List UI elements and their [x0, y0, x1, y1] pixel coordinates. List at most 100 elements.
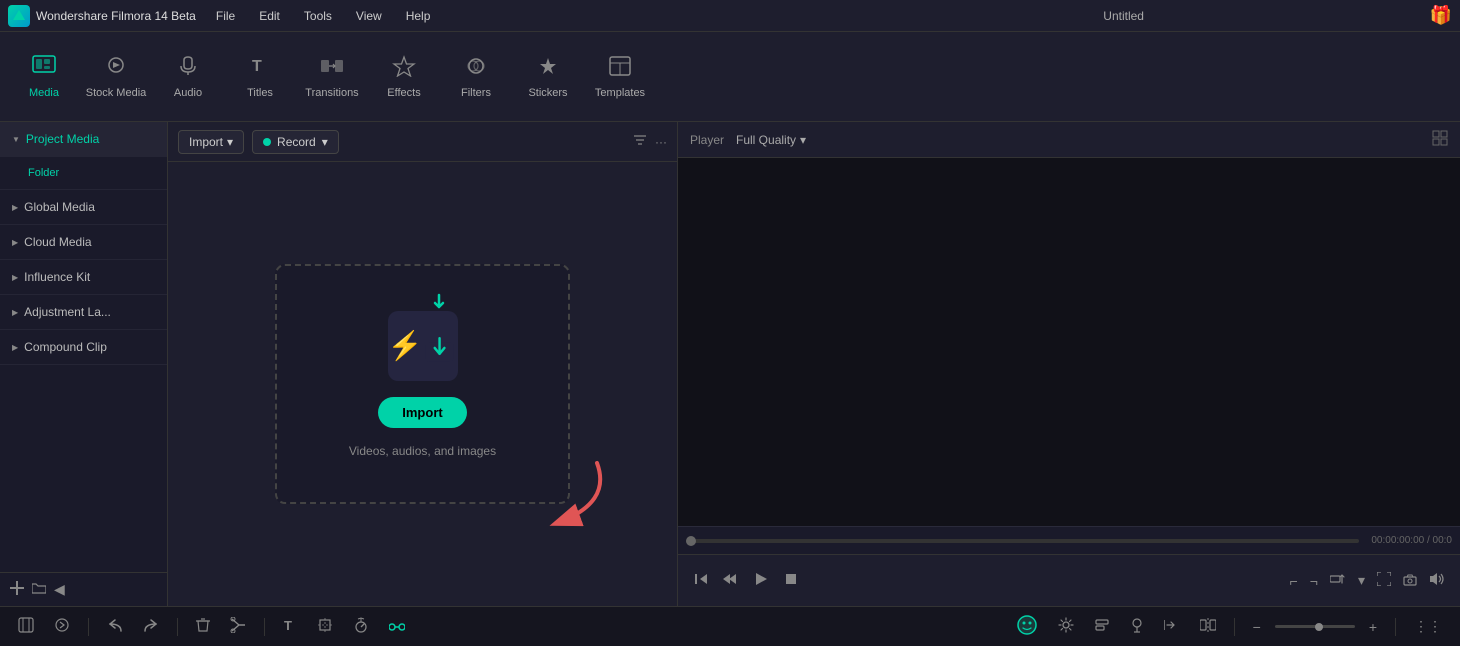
timeline-more-button[interactable]: ⋮⋮ — [1408, 614, 1448, 639]
app-logo-icon — [8, 5, 30, 27]
timeline-divider-1 — [88, 618, 89, 636]
toolbar-stickers-label: Stickers — [528, 87, 567, 99]
play-button[interactable] — [750, 568, 772, 593]
menu-file[interactable]: File — [206, 5, 245, 27]
folder-icon[interactable] — [32, 582, 46, 598]
player-quality-selector[interactable]: Full Quality ▾ — [736, 133, 806, 147]
record-label: Record — [277, 135, 316, 149]
sidebar-item-cloud-media[interactable]: ▶ Cloud Media — [0, 225, 167, 260]
toolbar-titles[interactable]: T Titles — [226, 41, 294, 113]
volume-button[interactable] — [1426, 569, 1448, 592]
sidebar-item-adjustment-layer[interactable]: ▶ Adjustment La... — [0, 295, 167, 330]
stickers-icon — [536, 55, 560, 83]
media-content: Import Videos, audios, and images — [168, 162, 677, 606]
audio-icon — [176, 55, 200, 83]
collapse-icon[interactable]: ◀ — [54, 581, 65, 598]
sidebar-global-media-label: Global Media — [24, 200, 95, 214]
menu-edit[interactable]: Edit — [249, 5, 290, 27]
stop-button[interactable] — [780, 568, 802, 593]
record-timeline-button[interactable] — [1124, 613, 1150, 640]
timeline-face-icon[interactable] — [1010, 610, 1044, 643]
toolbar-templates[interactable]: Templates — [586, 41, 654, 113]
more-options-icon[interactable]: ··· — [655, 135, 667, 149]
toolbar: Media Stock Media Audio T Titles — [0, 32, 1460, 122]
sidebar-item-folder[interactable]: Folder — [0, 157, 167, 190]
effects-icon — [392, 55, 416, 83]
toolbar-effects[interactable]: Effects — [370, 41, 438, 113]
red-arrow-indicator — [527, 453, 617, 546]
player-options-button[interactable]: ▾ — [1355, 569, 1368, 592]
split-button[interactable] — [1194, 614, 1222, 639]
toolbar-stickers[interactable]: Stickers — [514, 41, 582, 113]
timeline-right-controls: − + ⋮⋮ — [1010, 610, 1448, 643]
drop-hint-text: Videos, audios, and images — [349, 444, 496, 458]
menu-tools[interactable]: Tools — [294, 5, 342, 27]
menu-help[interactable]: Help — [396, 5, 441, 27]
sidebar-cloud-media-label: Cloud Media — [24, 235, 91, 249]
delete-button[interactable] — [190, 613, 216, 640]
crop-button[interactable] — [311, 613, 339, 640]
toolbar-audio[interactable]: Audio — [154, 41, 222, 113]
zoom-slider[interactable] — [1275, 625, 1355, 628]
timeline-settings-2[interactable] — [1088, 614, 1116, 639]
player-progress-bar[interactable] — [686, 539, 1359, 543]
undo-button[interactable] — [101, 614, 129, 639]
timeline-divider-2 — [177, 618, 178, 636]
mark-in-button[interactable]: ⌐ — [1287, 570, 1301, 592]
toolbar-media[interactable]: Media — [10, 41, 78, 113]
toolbar-stock-label: Stock Media — [86, 87, 147, 99]
add-timeline-button[interactable] — [1158, 614, 1186, 639]
fullscreen-button[interactable] — [1374, 569, 1394, 592]
toolbar-filters[interactable]: Filters — [442, 41, 510, 113]
record-chevron-icon: ▾ — [322, 135, 328, 149]
menu-items: File Edit Tools View Help — [206, 5, 818, 27]
redo-button[interactable] — [137, 614, 165, 639]
toolbar-stock-media[interactable]: Stock Media — [82, 41, 150, 113]
expand-arrow-cloud-icon: ▶ — [12, 238, 18, 247]
timeline-tool-1[interactable] — [12, 613, 40, 640]
sidebar-item-global-media[interactable]: ▶ Global Media — [0, 190, 167, 225]
add-to-timeline-button[interactable] — [1327, 569, 1349, 592]
toolbar-transitions[interactable]: Transitions — [298, 41, 366, 113]
filter-icon[interactable] — [633, 133, 647, 150]
import-button[interactable]: Import ▾ — [178, 130, 244, 154]
record-button[interactable]: Record ▾ — [252, 130, 339, 154]
menu-view[interactable]: View — [346, 5, 392, 27]
gift-icon[interactable]: 🎁 — [1430, 5, 1452, 26]
new-item-icon[interactable] — [10, 581, 24, 598]
speed-button[interactable] — [347, 613, 375, 640]
link-button[interactable] — [383, 615, 411, 639]
mark-out-button[interactable]: ¬ — [1307, 570, 1321, 592]
media-icon — [32, 55, 56, 83]
stock-media-icon — [104, 55, 128, 83]
cut-button[interactable] — [224, 613, 252, 640]
svg-text:T: T — [252, 58, 262, 75]
record-dot-icon — [263, 138, 271, 146]
zoom-out-button[interactable]: − — [1247, 615, 1267, 639]
zoom-in-button[interactable]: + — [1363, 615, 1383, 639]
step-back-button[interactable] — [690, 568, 712, 593]
transitions-icon — [320, 55, 344, 83]
media-toolbar: Import ▾ Record ▾ ··· — [168, 122, 677, 162]
sidebar-item-influence-kit[interactable]: ▶ Influence Kit — [0, 260, 167, 295]
time-display: 00:00:00:00 / 00:0 — [1371, 535, 1452, 546]
text-tool-button[interactable]: T — [277, 613, 303, 640]
drop-zone[interactable]: Import Videos, audios, and images — [275, 264, 570, 504]
toolbar-templates-label: Templates — [595, 87, 645, 99]
sidebar-project-media-label: Project Media — [26, 132, 99, 146]
player-header: Player Full Quality ▾ — [678, 122, 1460, 158]
snapshot-button[interactable] — [1400, 570, 1420, 592]
player-grid-icon[interactable] — [1432, 130, 1448, 149]
logo-container — [388, 311, 458, 381]
main-area: ▼ Project Media Folder ▶ Global Media ▶ … — [0, 122, 1460, 606]
timeline-settings-1[interactable] — [1052, 613, 1080, 640]
sidebar-item-compound-clip[interactable]: ▶ Compound Clip — [0, 330, 167, 365]
timeline-tool-2[interactable] — [48, 613, 76, 640]
play-back-button[interactable] — [720, 568, 742, 593]
toolbar-titles-label: Titles — [247, 87, 273, 99]
sidebar-influence-kit-label: Influence Kit — [24, 270, 90, 284]
sidebar-item-project-media[interactable]: ▼ Project Media — [0, 122, 167, 157]
import-green-button[interactable]: Import — [378, 397, 466, 428]
sidebar-compound-clip-label: Compound Clip — [24, 340, 107, 354]
toolbar-effects-label: Effects — [387, 87, 420, 99]
